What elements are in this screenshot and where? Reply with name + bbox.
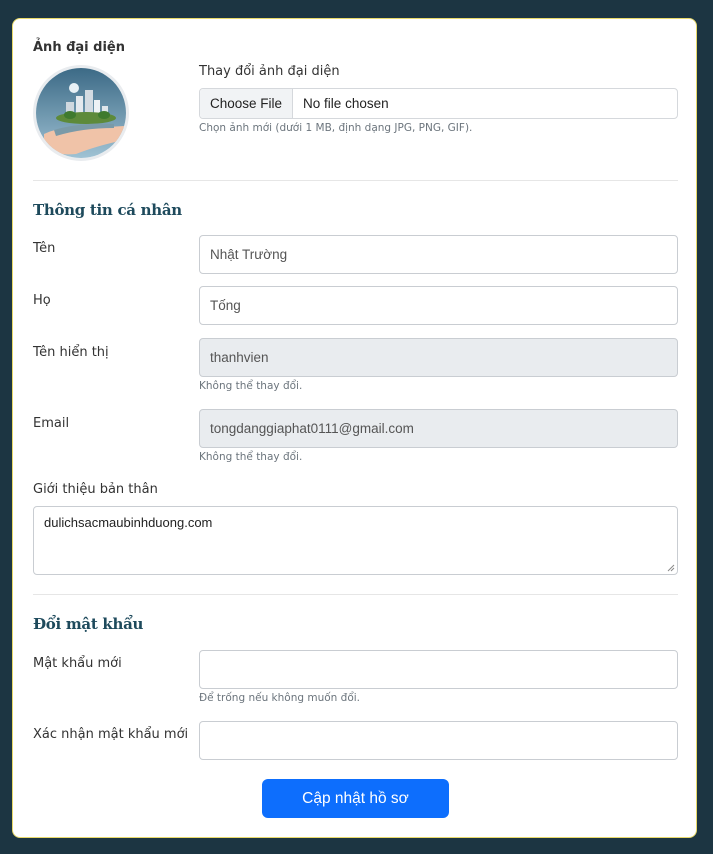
email-hint: Không thể thay đổi.: [199, 451, 303, 463]
avatar-file-input[interactable]: Choose File No file chosen: [199, 88, 678, 119]
file-name-text: No file chosen: [303, 96, 389, 111]
profile-card: Ảnh đại diện Thay đổi ảnh đại diện Choos…: [12, 18, 697, 838]
divider: [33, 180, 678, 181]
confirm-password-input[interactable]: [199, 721, 678, 760]
avatar-image: [36, 68, 126, 158]
bio-textarea[interactable]: dulichsacmaubinhduong.com: [33, 506, 678, 575]
new-password-input[interactable]: [199, 650, 678, 689]
first-name-input[interactable]: Nhật Trường: [199, 235, 678, 274]
display-name-label: Tên hiển thị: [33, 345, 109, 360]
avatar-hint: Chọn ảnh mới (dưới 1 MB, định dạng JPG, …: [199, 122, 473, 134]
display-name-hint: Không thể thay đổi.: [199, 380, 303, 392]
resize-handle-icon[interactable]: [667, 564, 675, 572]
first-name-label: Tên: [33, 241, 56, 256]
bio-text: dulichsacmaubinhduong.com: [44, 515, 213, 530]
divider: [33, 594, 678, 595]
avatar-section-label: Ảnh đại diện: [33, 40, 125, 55]
display-name-input: thanhvien: [199, 338, 678, 377]
change-password-heading: Đổi mật khẩu: [33, 615, 144, 633]
email-label: Email: [33, 416, 70, 431]
new-password-hint: Để trống nếu không muốn đổi.: [199, 692, 361, 704]
bio-label: Giới thiệu bản thân: [33, 482, 158, 497]
choose-file-button[interactable]: Choose File: [200, 89, 294, 118]
email-input: tongdanggiaphat0111@gmail.com: [199, 409, 678, 448]
new-password-label: Mật khẩu mới: [33, 656, 122, 671]
last-name-input[interactable]: Tống: [199, 286, 678, 325]
update-profile-button[interactable]: Cập nhật hồ sơ: [262, 779, 449, 818]
change-avatar-label: Thay đổi ảnh đại diện: [199, 64, 340, 79]
avatar: [33, 65, 129, 161]
last-name-label: Họ: [33, 293, 51, 308]
personal-info-heading: Thông tin cá nhân: [33, 201, 182, 219]
confirm-password-label: Xác nhận mật khẩu mới: [33, 727, 189, 742]
